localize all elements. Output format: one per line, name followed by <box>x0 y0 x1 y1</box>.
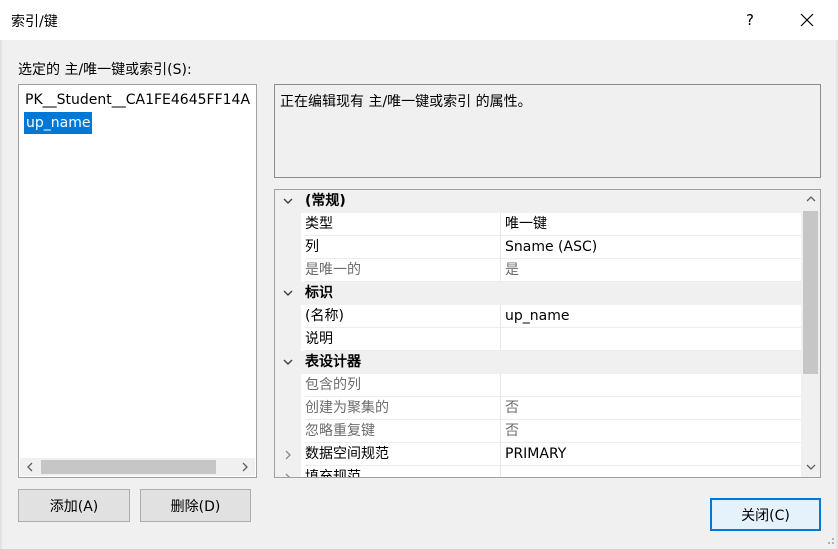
property-name: 列 <box>305 236 500 259</box>
scroll-down-arrow-icon[interactable] <box>801 458 820 476</box>
property-row[interactable]: 创建为聚集的否 <box>275 397 801 420</box>
property-category-label: 表设计器 <box>305 354 361 370</box>
chevron-down-icon[interactable] <box>275 190 301 213</box>
resize-grip-icon[interactable] <box>822 532 836 546</box>
property-row[interactable]: 说明 <box>275 328 801 351</box>
description-text: 正在编辑现有 主/唯一键或索引 的属性。 <box>280 94 532 110</box>
description-box: 正在编辑现有 主/唯一键或索引 的属性。 <box>274 84 821 178</box>
title-bar: 索引/键 ? <box>0 0 838 40</box>
property-name: 数据空间规范 <box>305 443 500 466</box>
horizontal-scrollbar[interactable] <box>20 458 255 476</box>
property-row[interactable]: (名称) up_name <box>275 305 801 328</box>
property-category[interactable]: (常规) <box>275 190 801 213</box>
scroll-left-arrow-icon[interactable] <box>20 458 40 476</box>
property-category-label: (常规) <box>305 193 346 209</box>
property-category-label: 标识 <box>305 285 333 301</box>
property-row[interactable]: 数据空间规范 PRIMARY <box>275 443 801 466</box>
window-title: 索引/键 <box>11 14 58 30</box>
scroll-up-arrow-icon[interactable] <box>801 190 820 208</box>
window-border-left <box>0 40 2 549</box>
property-name: 是唯一的 <box>305 259 500 282</box>
property-name: 类型 <box>305 213 500 236</box>
property-name: 说明 <box>305 328 500 351</box>
property-value[interactable]: Sname (ASC) <box>500 236 801 259</box>
property-row[interactable]: 列 Sname (ASC) <box>275 236 801 259</box>
property-value[interactable]: PRIMARY <box>500 443 801 466</box>
property-category[interactable]: 表设计器 <box>275 351 801 374</box>
property-row[interactable]: 填充规范 <box>275 466 801 477</box>
property-row[interactable]: 包含的列 <box>275 374 801 397</box>
property-category[interactable]: 标识 <box>275 282 801 305</box>
close-icon <box>800 13 814 27</box>
property-name: 创建为聚集的 <box>305 397 500 420</box>
property-value[interactable] <box>500 374 801 397</box>
list-item[interactable]: PK__Student__CA1FE4645FF14A <box>25 89 250 111</box>
property-rows: (常规) 类型 唯一键列 Sname (ASC) 是唯一的是标识 (名称) up_name 说… <box>275 190 801 477</box>
property-name: (名称) <box>305 305 500 328</box>
close-button[interactable]: 关闭(C) <box>710 498 821 531</box>
chevron-down-icon[interactable] <box>275 351 301 374</box>
property-grid[interactable]: (常规) 类型 唯一键列 Sname (ASC) 是唯一的是标识 (名称) up_name 说… <box>274 189 821 478</box>
help-button[interactable]: ? <box>730 0 770 40</box>
vertical-scrollbar-thumb[interactable] <box>803 211 818 374</box>
scroll-right-arrow-icon[interactable] <box>235 458 255 476</box>
property-row[interactable]: 是唯一的是 <box>275 259 801 282</box>
close-window-button[interactable] <box>784 0 830 40</box>
list-item[interactable]: up_name <box>24 112 93 134</box>
key-listbox[interactable]: PK__Student__CA1FE4645FF14A up_name <box>18 84 257 478</box>
property-value[interactable]: 唯一键 <box>500 213 801 236</box>
key-list-label: 选定的 主/唯一键或索引(S): <box>18 62 192 78</box>
property-value[interactable]: 否 <box>500 420 801 443</box>
add-button[interactable]: 添加(A) <box>18 489 130 522</box>
property-value[interactable] <box>500 466 801 477</box>
chevron-right-icon[interactable] <box>275 466 301 477</box>
horizontal-scrollbar-thumb[interactable] <box>41 460 216 474</box>
property-value[interactable]: up_name <box>500 305 801 328</box>
delete-button[interactable]: 删除(D) <box>140 489 251 522</box>
property-name: 忽略重复键 <box>305 420 500 443</box>
property-row[interactable]: 类型 唯一键 <box>275 213 801 236</box>
property-value[interactable]: 是 <box>500 259 801 282</box>
vertical-scrollbar[interactable] <box>801 190 820 477</box>
property-row[interactable]: 忽略重复键否 <box>275 420 801 443</box>
property-name: 填充规范 <box>305 466 500 477</box>
chevron-right-icon[interactable] <box>275 443 301 466</box>
property-value[interactable] <box>500 328 801 351</box>
chevron-down-icon[interactable] <box>275 282 301 305</box>
property-name: 包含的列 <box>305 374 500 397</box>
property-value[interactable]: 否 <box>500 397 801 420</box>
